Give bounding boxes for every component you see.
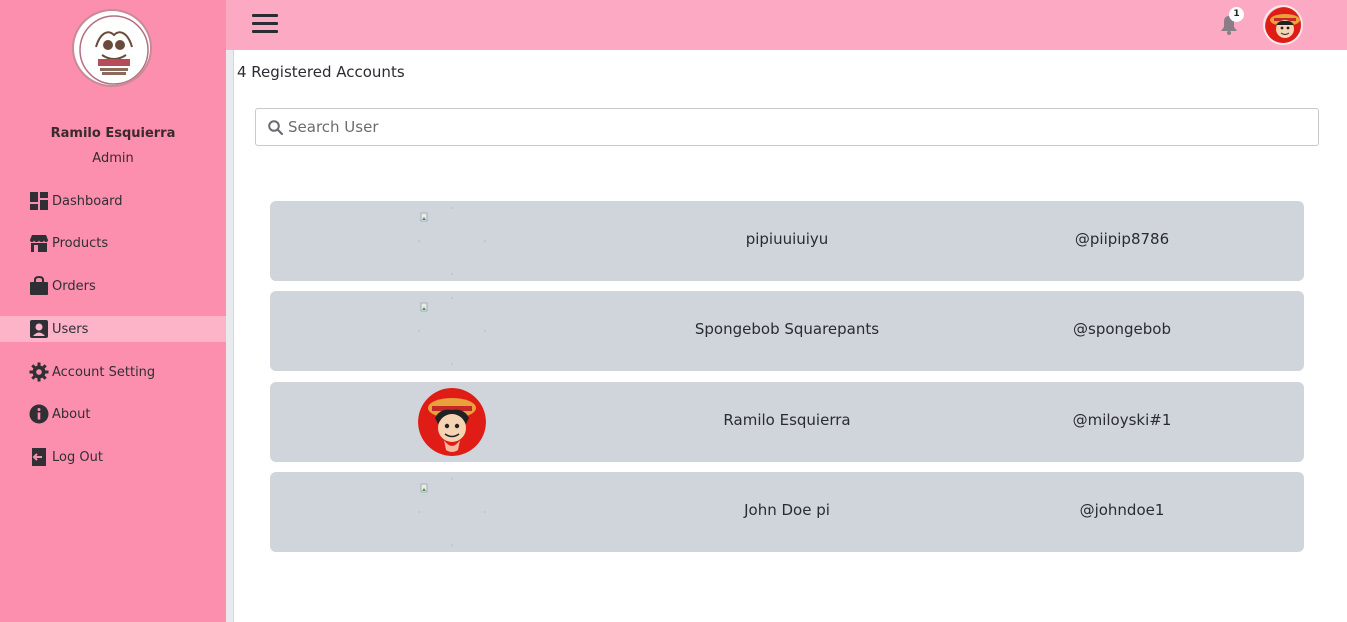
sidebar-item-about[interactable]: About <box>0 401 226 427</box>
gear-icon <box>29 362 49 382</box>
sidebar-item-dashboard[interactable]: Dashboard <box>0 188 226 214</box>
registered-accounts-count: 4 Registered Accounts <box>237 63 405 81</box>
sidebar-divider <box>226 0 234 622</box>
sidebar-item-products[interactable]: Products <box>0 230 226 256</box>
dashboard-icon <box>30 192 48 210</box>
sidebar-item-label: Orders <box>52 278 96 294</box>
top-bar: 1 <box>226 0 1347 50</box>
sidebar-item-logout[interactable]: Log Out <box>0 444 226 470</box>
user-row[interactable]: pipiuuiuiyu @piipip8786 <box>270 201 1304 281</box>
search-input[interactable] <box>288 111 1308 143</box>
user-row[interactable]: Spongebob Squarepants @spongebob <box>270 291 1304 371</box>
store-icon <box>30 235 48 252</box>
profile-role: Admin <box>92 151 134 166</box>
broken-image-icon <box>418 297 486 365</box>
profile-name: Ramilo Esquierra <box>50 126 176 141</box>
search-bar[interactable] <box>255 108 1319 146</box>
user-avatar <box>418 388 486 456</box>
user-handle: @piipip8786 <box>1074 230 1170 248</box>
user-full-name: John Doe pi <box>744 501 830 519</box>
sidebar-item-label: Account Setting <box>52 364 156 380</box>
logout-icon <box>32 448 46 466</box>
info-icon <box>29 404 49 424</box>
sidebar-item-orders[interactable]: Orders <box>0 273 226 299</box>
sidebar-item-label: Log Out <box>52 449 103 465</box>
broken-image-icon <box>418 478 486 546</box>
shopping-bag-icon <box>30 276 48 295</box>
notification-badge: 1 <box>1229 7 1244 22</box>
sidebar-item-account-setting[interactable]: Account Setting <box>0 359 226 385</box>
sidebar-item-label: Users <box>52 321 89 337</box>
broken-image-icon <box>418 207 486 275</box>
user-handle: @miloyski#1 <box>1072 411 1172 429</box>
user-row[interactable]: Ramilo Esquierra @miloyski#1 <box>270 382 1304 462</box>
user-handle: @spongebob <box>1073 320 1171 338</box>
user-full-name: Ramilo Esquierra <box>723 411 851 429</box>
sidebar: Ramilo Esquierra Admin Dashboard Product… <box>0 0 226 622</box>
user-full-name: Spongebob Squarepants <box>694 320 880 338</box>
shop-logo <box>72 9 152 87</box>
sidebar-item-label: Products <box>52 235 109 251</box>
user-card-icon <box>30 320 48 338</box>
sidebar-item-label: About <box>52 406 91 422</box>
profile-avatar[interactable] <box>1263 5 1303 45</box>
search-icon <box>268 120 284 136</box>
menu-toggle-icon[interactable] <box>252 14 278 34</box>
user-full-name: pipiuuiuiyu <box>745 230 829 248</box>
sidebar-item-label: Dashboard <box>52 193 123 209</box>
user-handle: @johndoe1 <box>1079 501 1165 519</box>
sidebar-item-users[interactable]: Users <box>0 316 226 342</box>
user-row[interactable]: John Doe pi @johndoe1 <box>270 472 1304 552</box>
